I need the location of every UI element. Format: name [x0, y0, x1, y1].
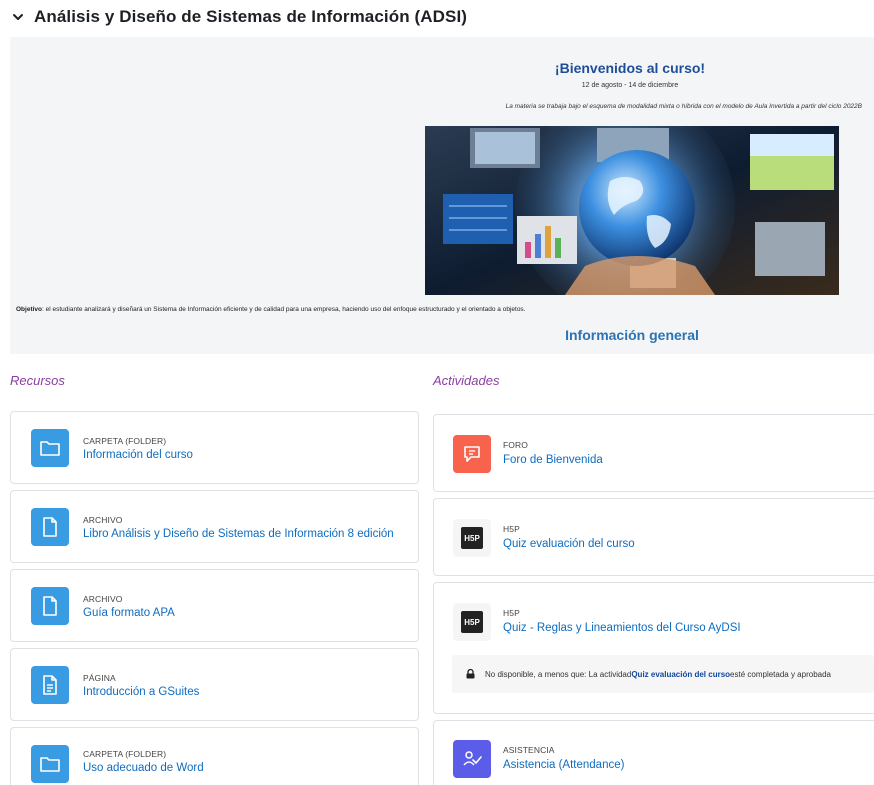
restriction-suffix: esté completada y aprobada: [730, 669, 831, 679]
recursos-heading: Recursos: [10, 373, 65, 388]
activity-link[interactable]: Quiz - Reglas y Lineamientos del Curso A…: [503, 622, 741, 634]
resource-link[interactable]: Uso adecuado de Word: [83, 762, 204, 774]
folder-icon: [31, 745, 69, 783]
resource-card[interactable]: CARPETA (FOLDER) Información del curso: [10, 411, 419, 484]
file-icon: [31, 587, 69, 625]
folder-icon: [31, 429, 69, 467]
resource-type: ARCHIVO: [83, 594, 123, 604]
h5p-badge: H5P: [461, 611, 483, 633]
restriction-notice: No disponible, a menos que: La actividad…: [452, 655, 874, 693]
activity-type: H5P: [503, 608, 520, 618]
activity-link[interactable]: Asistencia (Attendance): [503, 759, 624, 771]
lock-icon: [466, 669, 475, 679]
resource-link[interactable]: Guía formato APA: [83, 607, 175, 619]
resource-link[interactable]: Información del curso: [83, 449, 193, 461]
resource-type: PÁGINA: [83, 673, 116, 683]
activity-card[interactable]: H5P H5P Quiz evaluación del curso: [433, 498, 874, 576]
resource-link[interactable]: Introducción a GSuites: [83, 686, 199, 698]
activity-link[interactable]: Quiz evaluación del curso: [503, 538, 635, 550]
resource-card[interactable]: ARCHIVO Guía formato APA: [10, 569, 419, 642]
actividades-heading: Actividades: [433, 373, 500, 388]
resource-card[interactable]: CARPETA (FOLDER) Uso adecuado de Word: [10, 727, 419, 785]
resource-type: CARPETA (FOLDER): [83, 749, 167, 759]
resource-type: ARCHIVO: [83, 515, 123, 525]
restriction-prefix: No disponible, a menos que: La actividad: [485, 669, 632, 679]
section-header: Análisis y Diseño de Sistemas de Informa…: [10, 4, 467, 30]
activity-link[interactable]: Foro de Bienvenida: [503, 454, 603, 466]
objective-text: : el estudiante analizará y diseñará un …: [42, 306, 526, 313]
course-dates: 12 de agosto - 14 de diciembre: [581, 82, 679, 89]
page-icon: [31, 666, 69, 704]
h5p-icon: H5P: [453, 603, 491, 641]
activity-type: ASISTENCIA: [503, 745, 555, 755]
file-icon: [31, 508, 69, 546]
objective-label: Objetivo: [16, 306, 43, 313]
resource-card[interactable]: PÁGINA Introducción a GSuites: [10, 648, 419, 721]
h5p-icon: H5P: [453, 519, 491, 557]
course-objective: Objetivo: el estudiante analizará y dise…: [16, 306, 526, 313]
course-banner-image: [425, 126, 839, 295]
activity-type: FORO: [503, 440, 528, 450]
modality-note: La materia se trabaja bajo el esquema de…: [505, 103, 862, 110]
resource-link[interactable]: Libro Análisis y Diseño de Sistemas de I…: [83, 528, 394, 540]
resource-card[interactable]: ARCHIVO Libro Análisis y Diseño de Siste…: [10, 490, 419, 563]
h5p-badge: H5P: [461, 527, 483, 549]
section-title: Análisis y Diseño de Sistemas de Informa…: [34, 7, 468, 26]
welcome-heading: ¡Bienvenidos al curso!: [554, 60, 706, 76]
resource-type: CARPETA (FOLDER): [83, 436, 167, 446]
activity-card[interactable]: FORO Foro de Bienvenida: [433, 414, 874, 492]
restriction-link[interactable]: Quiz evaluación del curso: [631, 670, 730, 679]
chevron-down-icon[interactable]: [10, 9, 26, 25]
activity-card[interactable]: H5P H5P Quiz - Reglas y Lineamientos del…: [433, 582, 874, 714]
activity-card[interactable]: ASISTENCIA Asistencia (Attendance): [433, 720, 874, 785]
info-general-heading: Información general: [565, 327, 699, 343]
activity-type: H5P: [503, 524, 520, 534]
forum-icon: [453, 435, 491, 473]
attendance-icon: [453, 740, 491, 778]
